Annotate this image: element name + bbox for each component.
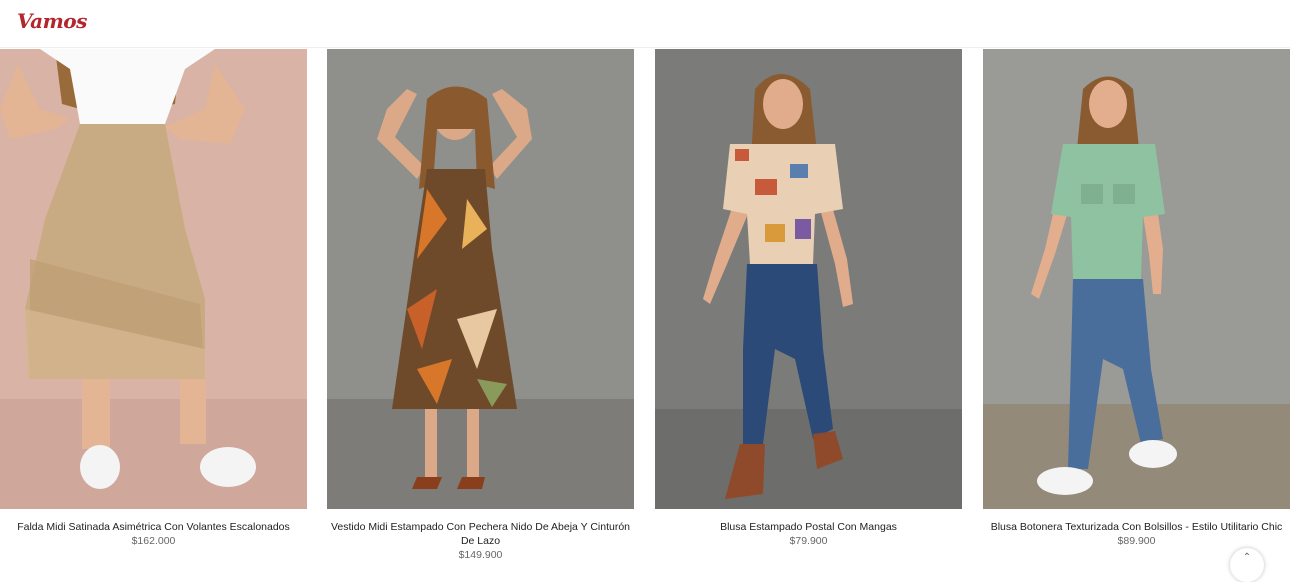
product-image[interactable]: [0, 49, 307, 509]
site-header: Vamos: [0, 0, 1290, 48]
brand-logo[interactable]: Vamos: [17, 9, 87, 33]
product-image[interactable]: [327, 49, 634, 509]
product-card[interactable]: Blusa Estampado Postal Con Mangas $79.90…: [655, 49, 962, 560]
product-image[interactable]: [983, 49, 1290, 509]
scroll-to-top-button[interactable]: ⌃: [1230, 548, 1264, 582]
product-name[interactable]: Blusa Botonera Texturizada Con Bolsillos…: [983, 520, 1290, 534]
product-price: $89.900: [1117, 535, 1156, 547]
product-image[interactable]: [655, 49, 962, 509]
product-grid: Falda Midi Satinada Asimétrica Con Volan…: [0, 49, 1290, 561]
product-name[interactable]: Falda Midi Satinada Asimétrica Con Volan…: [0, 520, 307, 534]
product-price: $79.900: [789, 535, 828, 547]
utility-blouse-photo: [983, 49, 1290, 509]
chevron-up-icon: ⌃: [1242, 552, 1252, 563]
product-name[interactable]: Vestido Midi Estampado Con Pechera Nido …: [327, 520, 634, 548]
product-card[interactable]: Blusa Botonera Texturizada Con Bolsillos…: [983, 49, 1290, 560]
product-name[interactable]: Blusa Estampado Postal Con Mangas: [655, 520, 962, 534]
skirt-photo: [0, 49, 307, 509]
product-card[interactable]: Falda Midi Satinada Asimétrica Con Volan…: [0, 49, 307, 560]
dress-photo: [327, 49, 634, 509]
blouse-photo: [655, 49, 962, 509]
product-card[interactable]: Vestido Midi Estampado Con Pechera Nido …: [327, 49, 634, 561]
product-price: $162.000: [131, 535, 176, 547]
